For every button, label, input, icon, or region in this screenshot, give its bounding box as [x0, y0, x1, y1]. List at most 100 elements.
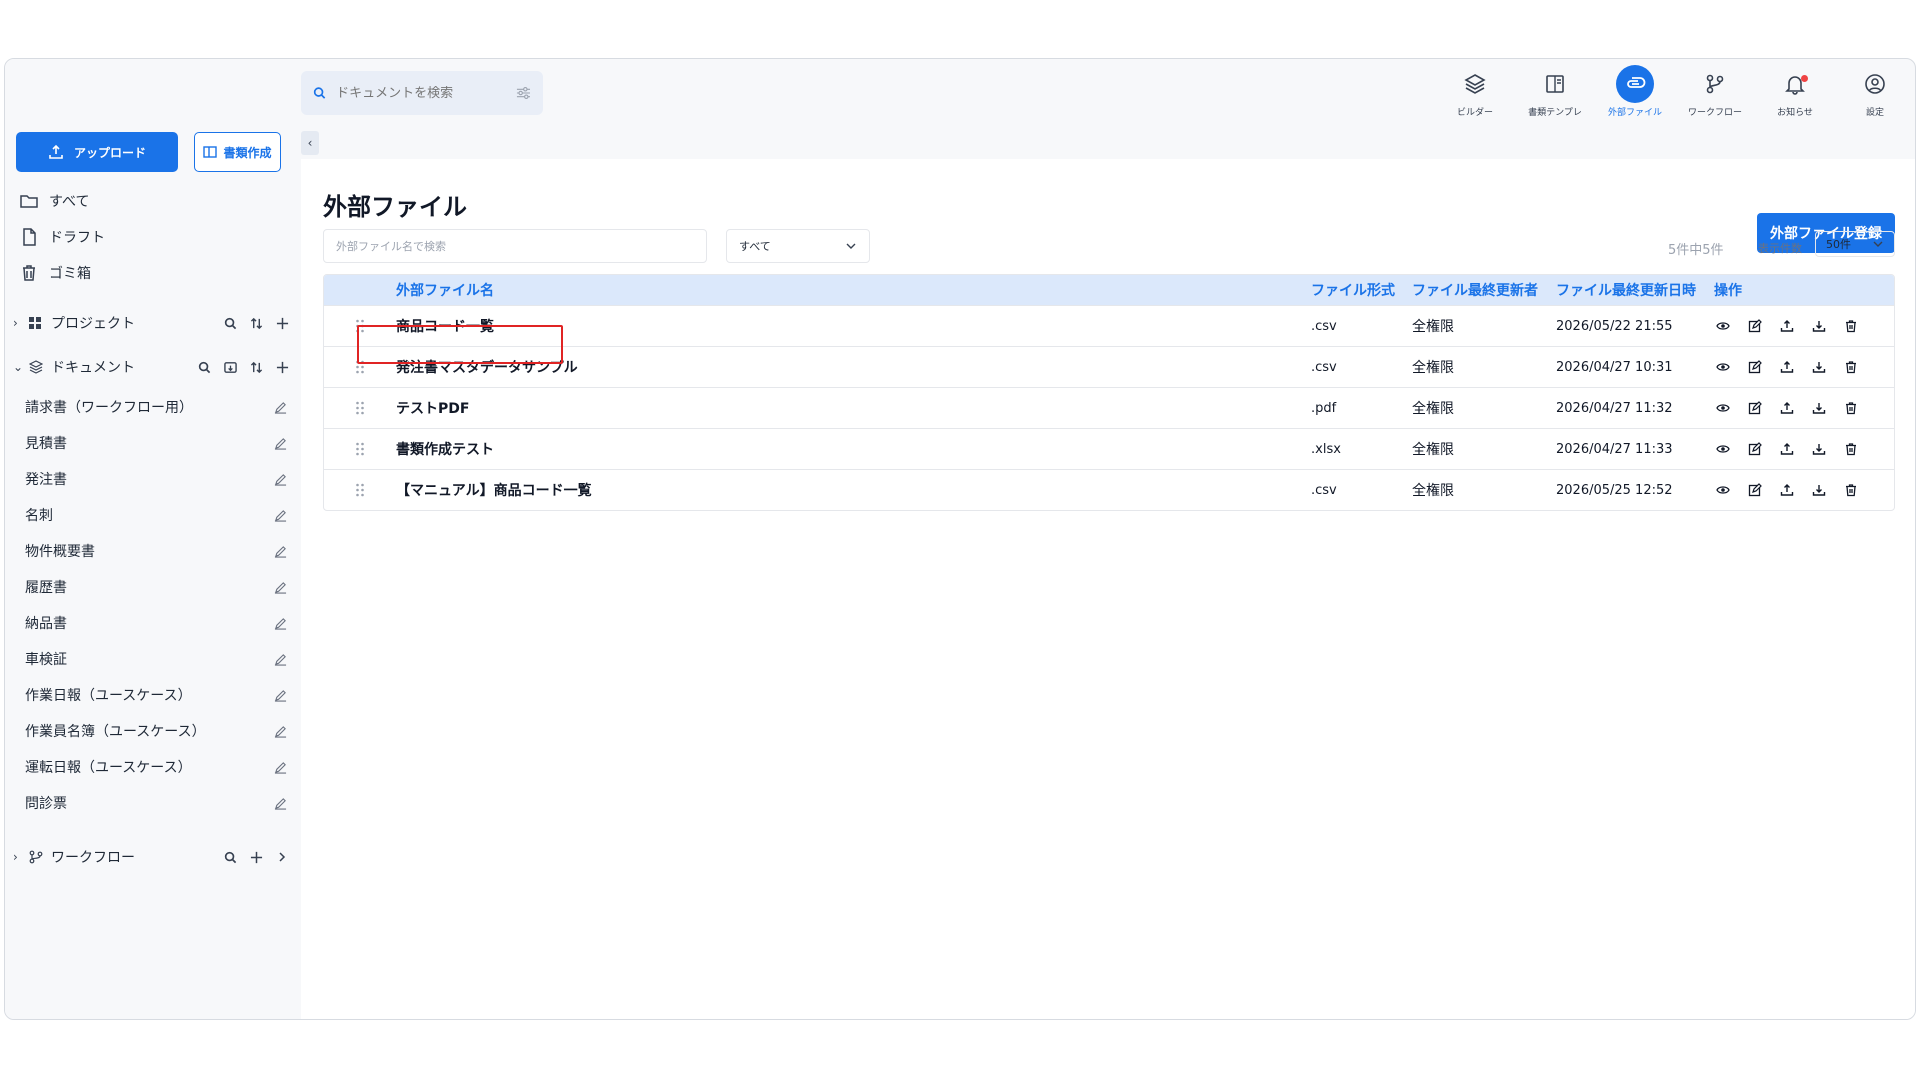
trash-icon[interactable] [1842, 483, 1860, 497]
document-search-input[interactable] [336, 85, 507, 101]
header-file-format[interactable]: ファイル形式 [1311, 280, 1412, 300]
drag-handle-icon[interactable] [324, 441, 396, 457]
workflow-label: ワークフロー [51, 850, 135, 866]
edit-pencil-icon[interactable] [274, 617, 287, 630]
archive-icon[interactable] [223, 361, 237, 374]
upload-icon[interactable] [1778, 442, 1796, 456]
workflow-section-header[interactable]: › ワークフロー [13, 845, 289, 869]
upload-icon[interactable] [1778, 319, 1796, 333]
download-icon[interactable] [1810, 483, 1828, 497]
file-name-filter-input[interactable]: 外部ファイル名で検索 [323, 229, 707, 263]
eye-icon[interactable] [1714, 319, 1732, 333]
table-row[interactable]: テストPDF .pdf 全権限 2026/04/27 11:32 [324, 387, 1894, 428]
trash-icon[interactable] [1842, 401, 1860, 415]
edit-icon[interactable] [1746, 360, 1764, 374]
chevron-right-icon[interactable]: › [13, 850, 29, 864]
sidebar-item-trash[interactable]: ゴミ箱 [19, 259, 91, 287]
eye-icon[interactable] [1714, 401, 1732, 415]
sidebar-document-item[interactable]: 物件概要書 [25, 536, 287, 566]
file-name[interactable]: 書類作成テスト [396, 439, 1311, 459]
upload-button[interactable]: アップロード [16, 132, 178, 172]
sidebar-item-draft[interactable]: ドラフト [19, 223, 105, 251]
edit-pencil-icon[interactable] [274, 509, 287, 522]
edit-pencil-icon[interactable] [274, 473, 287, 486]
edit-pencil-icon[interactable] [274, 653, 287, 666]
trash-icon[interactable] [1842, 442, 1860, 456]
documents-section-header[interactable]: ⌄ ドキュメント [13, 355, 289, 379]
file-name[interactable]: テストPDF [396, 398, 1311, 418]
upload-icon[interactable] [1778, 483, 1796, 497]
sidebar-document-item[interactable]: 運転日報（ユースケース） [25, 752, 287, 782]
collapse-sidebar-button[interactable]: ‹ [301, 131, 319, 155]
header-last-updater[interactable]: ファイル最終更新者 [1412, 280, 1556, 300]
download-icon[interactable] [1810, 442, 1828, 456]
filter-sliders-icon[interactable] [516, 86, 531, 100]
drag-handle-icon[interactable] [324, 400, 396, 416]
file-name[interactable]: 【マニュアル】商品コード一覧 [396, 480, 1311, 500]
chevron-right-icon[interactable]: › [13, 316, 29, 330]
document-item-label: 運転日報（ユースケース） [25, 760, 192, 776]
table-row[interactable]: 書類作成テスト .xlsx 全権限 2026/04/27 11:33 [324, 428, 1894, 469]
last-updater: 全権限 [1412, 319, 1454, 335]
table-row[interactable]: 【マニュアル】商品コード一覧 .csv 全権限 2026/05/25 12:52 [324, 469, 1894, 510]
sidebar-document-item[interactable]: 車検証 [25, 644, 287, 674]
topnav-workflow[interactable]: ワークフロー [1675, 65, 1755, 118]
header-last-updated[interactable]: ファイル最終更新日時 [1556, 280, 1714, 300]
edit-pencil-icon[interactable] [274, 761, 287, 774]
upload-icon[interactable] [1778, 401, 1796, 415]
type-filter-select[interactable]: すべて [726, 229, 870, 263]
sidebar-document-item[interactable]: 請求書（ワークフロー用） [25, 392, 287, 422]
drag-handle-icon[interactable] [324, 482, 396, 498]
edit-pencil-icon[interactable] [274, 545, 287, 558]
sidebar-document-item[interactable]: 作業日報（ユースケース） [25, 680, 287, 710]
topnav-builder[interactable]: ビルダー [1435, 65, 1515, 118]
sidebar-item-all[interactable]: すべて [19, 187, 89, 215]
edit-pencil-icon[interactable] [274, 689, 287, 702]
topnav-document-templates[interactable]: 書類テンプレ [1515, 65, 1595, 118]
download-icon[interactable] [1810, 319, 1828, 333]
upload-icon[interactable] [1778, 360, 1796, 374]
download-icon[interactable] [1810, 360, 1828, 374]
projects-section-header[interactable]: › プロジェクト [13, 311, 289, 335]
sidebar-document-item[interactable]: 発注書 [25, 464, 287, 494]
eye-icon[interactable] [1714, 442, 1732, 456]
create-document-button[interactable]: 書類作成 [194, 132, 281, 172]
sidebar-document-item[interactable]: 問診票 [25, 788, 287, 818]
topnav-notifications[interactable]: お知らせ [1755, 65, 1835, 118]
search-icon[interactable] [197, 361, 211, 374]
sidebar-document-item[interactable]: 見積書 [25, 428, 287, 458]
sidebar-document-item[interactable]: 履歴書 [25, 572, 287, 602]
add-icon[interactable] [275, 361, 289, 374]
chevron-right-icon[interactable] [275, 851, 289, 863]
sort-icon[interactable] [249, 361, 263, 374]
per-page-select[interactable]: 50件 [1815, 231, 1895, 257]
topnav-external-files[interactable]: 外部ファイル [1595, 65, 1675, 118]
edit-icon[interactable] [1746, 401, 1764, 415]
download-icon[interactable] [1810, 401, 1828, 415]
header-file-name[interactable]: 外部ファイル名 [396, 280, 1311, 300]
chevron-down-icon[interactable]: ⌄ [13, 360, 29, 374]
edit-pencil-icon[interactable] [274, 797, 287, 810]
add-icon[interactable] [249, 851, 263, 864]
edit-pencil-icon[interactable] [274, 437, 287, 450]
add-icon[interactable] [275, 317, 289, 330]
search-icon[interactable] [223, 317, 237, 330]
sidebar-document-item[interactable]: 納品書 [25, 608, 287, 638]
edit-pencil-icon[interactable] [274, 401, 287, 414]
search-icon[interactable] [223, 851, 237, 864]
trash-icon[interactable] [1842, 319, 1860, 333]
edit-pencil-icon[interactable] [274, 581, 287, 594]
sidebar-document-item[interactable]: 作業員名簿（ユースケース） [25, 716, 287, 746]
eye-icon[interactable] [1714, 360, 1732, 374]
row-actions [1714, 360, 1860, 374]
edit-icon[interactable] [1746, 483, 1764, 497]
sidebar-document-item[interactable]: 名刺 [25, 500, 287, 530]
edit-icon[interactable] [1746, 319, 1764, 333]
document-search-box[interactable] [301, 71, 543, 115]
eye-icon[interactable] [1714, 483, 1732, 497]
edit-icon[interactable] [1746, 442, 1764, 456]
edit-pencil-icon[interactable] [274, 725, 287, 738]
topnav-settings[interactable]: 設定 [1835, 65, 1915, 118]
trash-icon[interactable] [1842, 360, 1860, 374]
sort-icon[interactable] [249, 317, 263, 330]
